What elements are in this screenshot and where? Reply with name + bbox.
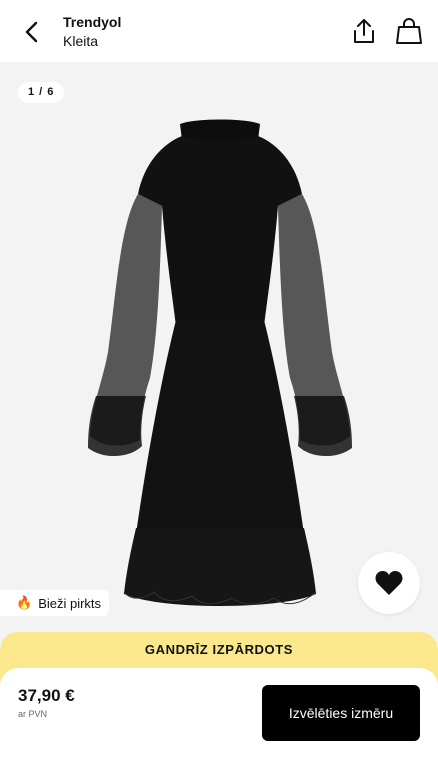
vat-note: ar PVN — [18, 709, 48, 719]
chevron-left-icon — [25, 21, 38, 43]
low-stock-text: GANDRĪZ IZPĀRDOTS — [144, 642, 294, 657]
title-block: Trendyol Kleita — [63, 14, 121, 50]
product-image-gallery[interactable]: 1 / 6 🔥 Bieži pirkts — [0, 62, 438, 644]
heart-icon — [375, 571, 403, 595]
top-bar: Trendyol Kleita — [0, 0, 438, 62]
brand-name: Trendyol — [63, 14, 122, 30]
select-size-button[interactable]: Izvēlēties izmēru — [262, 685, 420, 741]
fire-icon: 🔥 — [16, 595, 33, 610]
price: 37,90 € — [18, 686, 75, 705]
favorite-button[interactable] — [358, 552, 420, 614]
purchase-bar: 37,90 € ar PVN Izvēlēties izmēru — [0, 668, 438, 768]
product-image — [88, 119, 352, 606]
badge-label: Bieži pirkts — [38, 595, 102, 611]
cart-button[interactable] — [393, 14, 425, 48]
image-counter: 1 / 6 — [18, 82, 65, 103]
share-icon — [354, 19, 374, 43]
shopping-bag-icon — [396, 18, 422, 44]
product-category: Kleita — [63, 33, 99, 49]
popular-badge: 🔥 Bieži pirkts — [0, 590, 110, 616]
share-button[interactable] — [349, 14, 379, 48]
back-button[interactable] — [14, 16, 50, 48]
